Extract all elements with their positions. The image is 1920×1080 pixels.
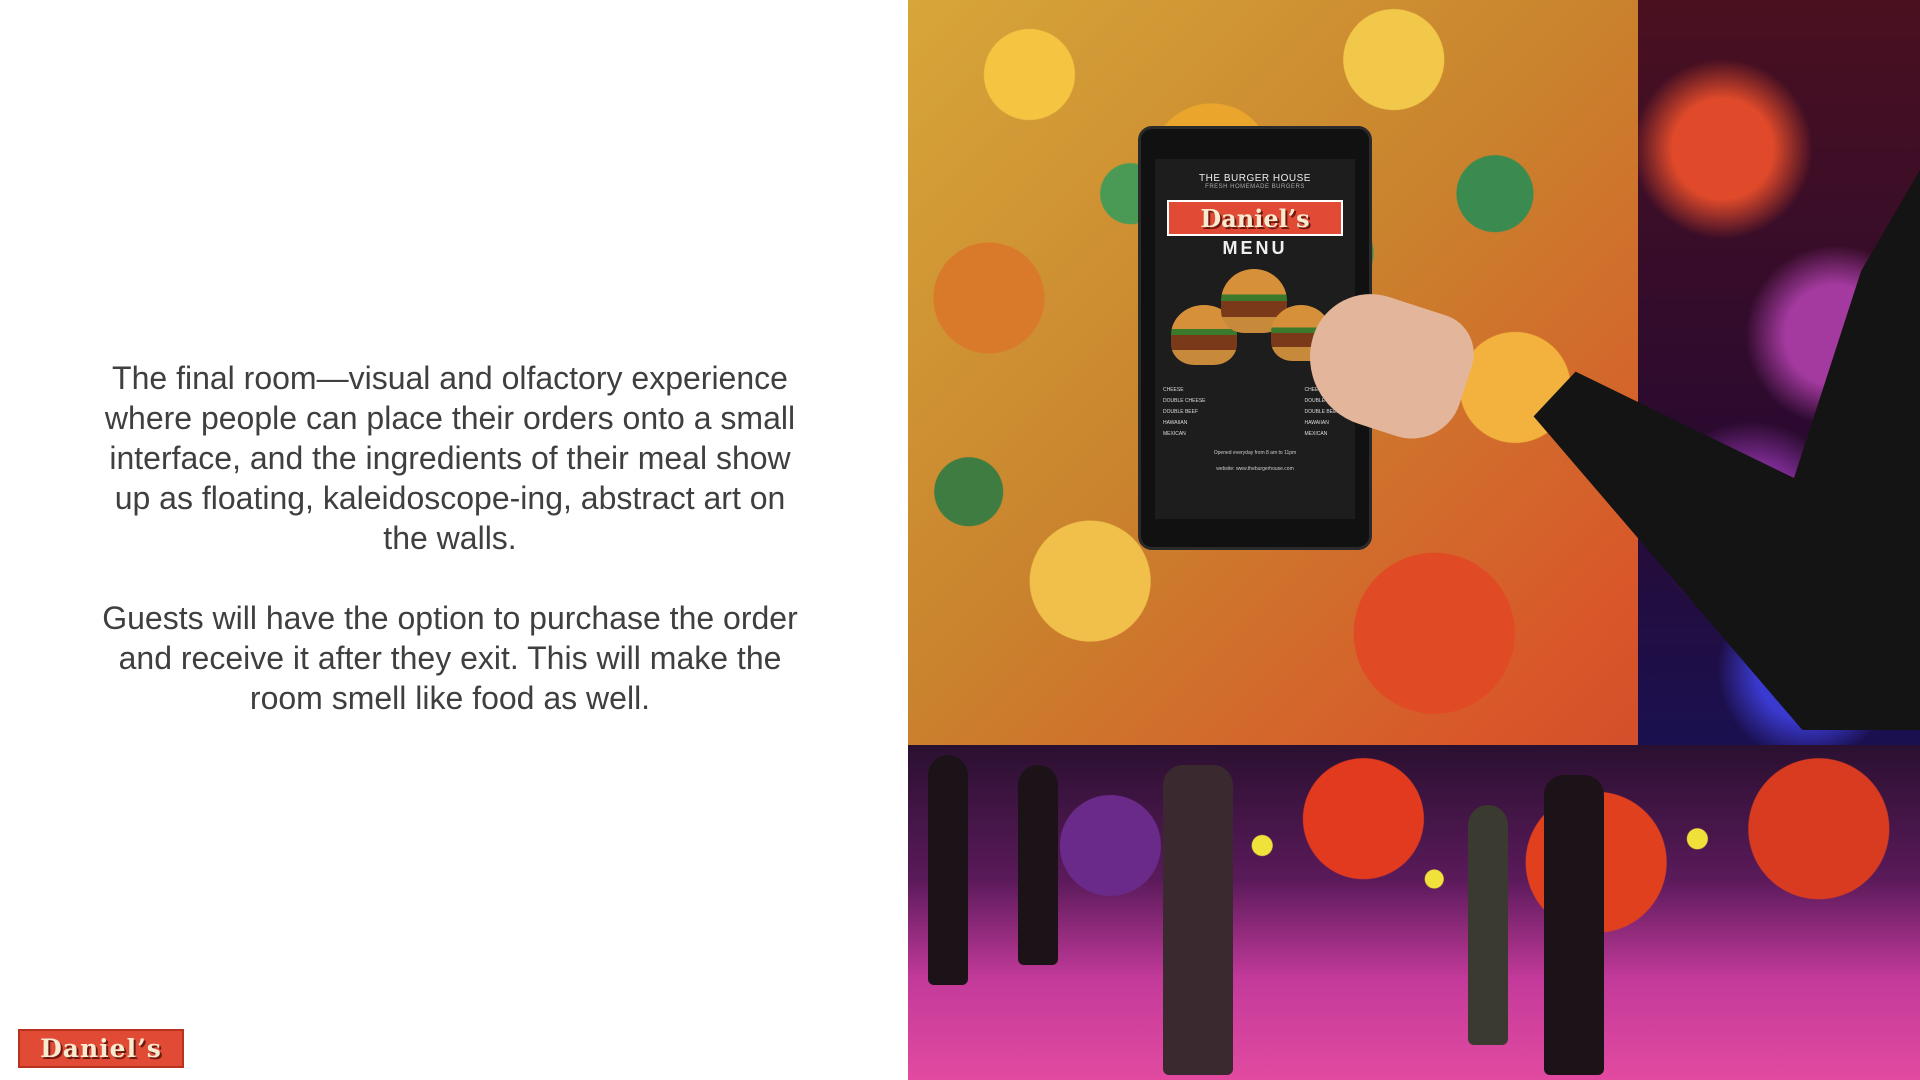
menu-item: HAWAIIAN	[1304, 420, 1329, 426]
daniels-logo: Daniel’s	[18, 1029, 184, 1068]
menu-item: DOUBLE CHEESE	[1304, 398, 1347, 404]
visitor-silhouette	[1018, 765, 1058, 965]
menu-item: MEXICAN	[1304, 431, 1328, 437]
visitor-silhouette	[1468, 805, 1508, 1045]
menu-item-list: CHEESE DOUBLE CHEESE DOUBLE BEEF HAWAIIA…	[1155, 385, 1355, 440]
text-panel: The final room—visual and olfactory expe…	[0, 0, 908, 1080]
menu-daniels-logo: Daniel’s	[1167, 200, 1343, 236]
menu-item: CHEESE	[1163, 387, 1184, 393]
menu-item: MEXICAN	[1163, 431, 1186, 437]
menu-tablet: THE BURGER HOUSE FRESH HOMEMADE BURGERS …	[1138, 126, 1372, 550]
visitor-silhouette	[1163, 765, 1233, 1075]
menu-logo-text: Daniel’s	[1200, 203, 1310, 233]
immersive-room-photo	[908, 745, 1920, 1080]
daniels-logo-text: Daniel’s	[40, 1034, 162, 1063]
burger-images	[1155, 265, 1355, 385]
menu-item: DOUBLE CHEESE	[1163, 398, 1206, 404]
menu-house-name: THE BURGER HOUSE	[1199, 173, 1311, 184]
paragraph-final-room: The final room—visual and olfactory expe…	[104, 360, 796, 556]
menu-column-1: CHEESE DOUBLE CHEESE DOUBLE BEEF HAWAIIA…	[1163, 385, 1206, 440]
menu-item: HAWAIIAN	[1163, 420, 1188, 426]
menu-hours: Opened everyday from 8 am to 11pm	[1213, 450, 1297, 456]
menu-heading: MENU	[1222, 238, 1288, 258]
menu-column-2: CHEESE DOUBLE CHEESE DOUBLE BEEF HAWAIIA…	[1304, 385, 1347, 440]
burger-image	[1271, 305, 1331, 361]
menu-item: CHEESE	[1304, 387, 1326, 393]
visitor-silhouette	[1544, 775, 1604, 1075]
menu-item: DOUBLE BEEF	[1304, 409, 1340, 415]
menu-item: DOUBLE BEEF	[1163, 409, 1199, 415]
slide-body-copy: The final room—visual and olfactory expe…	[100, 358, 800, 718]
paragraph-purchase-option: Guests will have the option to purchase …	[102, 600, 798, 716]
menu-website: website: www.theburgerhouse.com	[1216, 466, 1294, 472]
menu-tagline: FRESH HOMEMADE BURGERS	[1205, 184, 1305, 190]
tablet-screen: THE BURGER HOUSE FRESH HOMEMADE BURGERS …	[1155, 159, 1355, 519]
visitor-silhouette	[928, 755, 968, 985]
tablet-photo	[908, 0, 1920, 745]
